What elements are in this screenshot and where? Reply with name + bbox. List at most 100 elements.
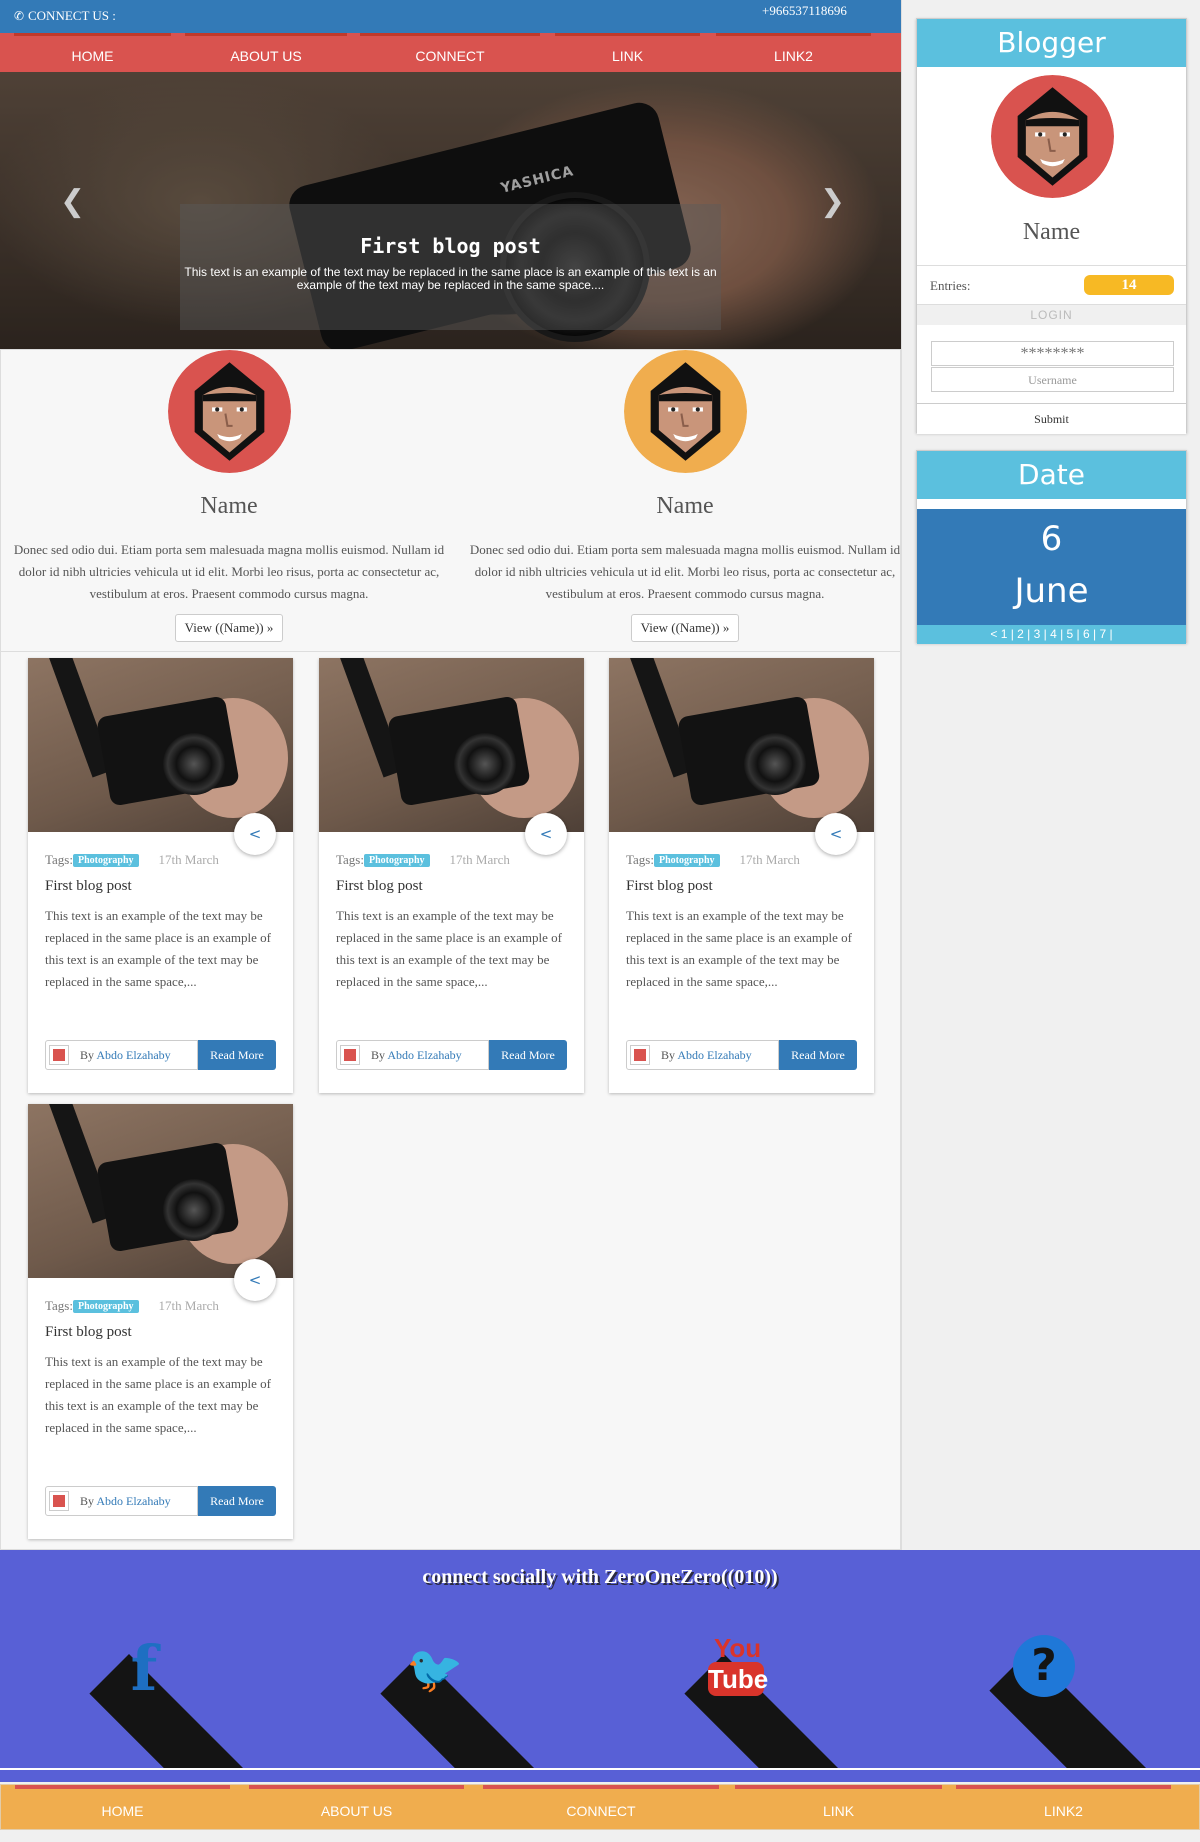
youtube-you-label: You [714,1633,762,1663]
profile-description: Donec sed odio dui. Etiam porta sem male… [469,542,901,601]
tags-label: Tags: [626,852,654,867]
tag-badge[interactable]: Photography [363,854,430,867]
post-title[interactable]: First blog post [45,1324,132,1341]
date-pager[interactable]: < 1 | 2 | 3 | 4 | 5 | 6 | 7 | [917,625,1186,644]
avatar-face-icon [624,350,747,473]
share-icon[interactable]: < [234,813,276,855]
entries-label: Entries: [930,278,971,293]
post-author: By Abdo Elzahaby [45,1040,198,1070]
blogger-name: Name [1022,219,1081,245]
posts-section: < Tags: Photography 17th March First blog … [0,652,901,1550]
nav-item-connect[interactable]: CONNECT [360,33,540,72]
phone-icon: ✆ [13,9,25,23]
social-title: connect socially with ZeroOneZero((010)) [422,1566,778,1588]
connect-us-label: CONNECT US : [28,8,116,23]
post-title[interactable]: First blog post [45,878,132,895]
blogger-widget-title: Blogger [917,19,1186,67]
main-nav: HOME ABOUT US CONNECT LINK LINK2 [0,33,901,72]
read-more-button[interactable]: Read More [779,1040,857,1070]
submit-button[interactable]: Submit [917,403,1186,434]
by-label: By [371,1048,386,1062]
share-icon[interactable]: < [234,1259,276,1301]
post-meta: Tags: Photography 17th March [336,852,510,868]
author-link[interactable]: Abdo Elzahaby [387,1048,461,1062]
post-title[interactable]: First blog post [336,878,423,895]
nav-item-home[interactable]: HOME [14,33,171,72]
post-image[interactable] [609,658,874,832]
profile-description: Donec sed odio dui. Etiam porta sem male… [13,542,445,601]
tag-badge[interactable]: Photography [72,854,139,867]
carousel-prev-icon[interactable]: ❮ [60,184,85,219]
connect-us-link[interactable]: ✆ CONNECT US : [12,8,116,24]
post-excerpt: This text is an example of the text may … [336,908,562,989]
tag-badge[interactable]: Photography [72,1300,139,1313]
youtube-tube-label: Tube [708,1662,769,1696]
read-more-button[interactable]: Read More [198,1040,276,1070]
footer-item-link[interactable]: LINK [735,1785,942,1829]
profile-name: Name [200,493,258,519]
footer-divider [0,1768,1200,1782]
share-icon[interactable]: < [525,813,567,855]
view-profile-button[interactable]: View ((Name)) » [631,614,739,642]
twitter-icon[interactable]: 🐦 [380,1638,541,1768]
hero-text: This text is an example of the text may … [184,265,717,292]
view-profile-button[interactable]: View ((Name)) » [175,614,283,642]
date-day: 6 [1040,519,1063,559]
author-link[interactable]: Abdo Elzahaby [96,1494,170,1508]
username-field[interactable]: Username [931,367,1174,392]
hero-title: First blog post [360,234,541,258]
date-widget-title: Date [917,451,1186,499]
post-image[interactable] [28,1104,293,1278]
post-date: 17th March [158,1298,219,1313]
top-contact-bar: ✆ CONNECT US : +966537118696 [0,0,901,33]
footer-nav: HOME ABOUT US CONNECT LINK LINK2 [0,1784,1200,1830]
tag-badge[interactable]: Photography [653,854,720,867]
post-excerpt: This text is an example of the text may … [626,908,852,989]
post-date: 17th March [739,852,800,867]
nav-item-about-us[interactable]: ABOUT US [185,33,347,72]
entries-row: Entries: 14 [917,265,1186,305]
post-image[interactable] [319,658,584,832]
carousel-next-icon[interactable]: ❯ [820,184,845,219]
post-date: 17th March [158,852,219,867]
user-icon [340,1045,360,1065]
youtube-icon[interactable]: You Tube [684,1634,845,1768]
post-card: < Tags: Photography 17th March First blog … [28,1104,293,1539]
post-meta: Tags: Photography 17th March [626,852,800,868]
read-more-button[interactable]: Read More [489,1040,567,1070]
footer-item-about-us[interactable]: ABOUT US [249,1785,464,1829]
read-more-button[interactable]: Read More [198,1486,276,1516]
avatar [168,350,291,473]
user-icon [49,1045,69,1065]
share-icon[interactable]: < [815,813,857,855]
date-display: 6 June [917,509,1186,625]
post-excerpt: This text is an example of the text may … [45,908,271,989]
entries-count-badge: 14 [1084,275,1174,295]
tags-label: Tags: [45,1298,73,1313]
footer-item-connect[interactable]: CONNECT [483,1785,719,1829]
user-icon [49,1491,69,1511]
nav-item-link[interactable]: LINK [555,33,700,72]
post-author: By Abdo Elzahaby [626,1040,779,1070]
author-link[interactable]: Abdo Elzahaby [677,1048,751,1062]
post-image[interactable] [28,658,293,832]
avatar [624,350,747,473]
help-icon[interactable]: ? [989,1635,1150,1768]
author-link[interactable]: Abdo Elzahaby [96,1048,170,1062]
footer-item-link2[interactable]: LINK2 [956,1785,1171,1829]
footer-item-home[interactable]: HOME [15,1785,230,1829]
by-label: By [80,1494,95,1508]
facebook-icon[interactable]: f [89,1638,250,1768]
profiles-section: Name Donec sed odio dui. Etiam porta sem… [0,349,901,652]
nav-item-link2[interactable]: LINK2 [716,33,871,72]
post-meta: Tags: Photography 17th March [45,852,219,868]
post-title[interactable]: First blog post [626,878,713,895]
date-widget: Date 6 June < 1 | 2 | 3 | 4 | 5 | 6 | 7 … [916,450,1187,644]
post-author: By Abdo Elzahaby [336,1040,489,1070]
social-section: connect socially with ZeroOneZero((010))… [0,1550,1200,1768]
sidebar: Blogger Name Entries: 14 LOGIN ******** … [901,0,1200,1550]
profile-name: Name [656,493,714,519]
password-field[interactable]: ******** [931,341,1174,366]
by-label: By [661,1048,676,1062]
user-icon [630,1045,650,1065]
